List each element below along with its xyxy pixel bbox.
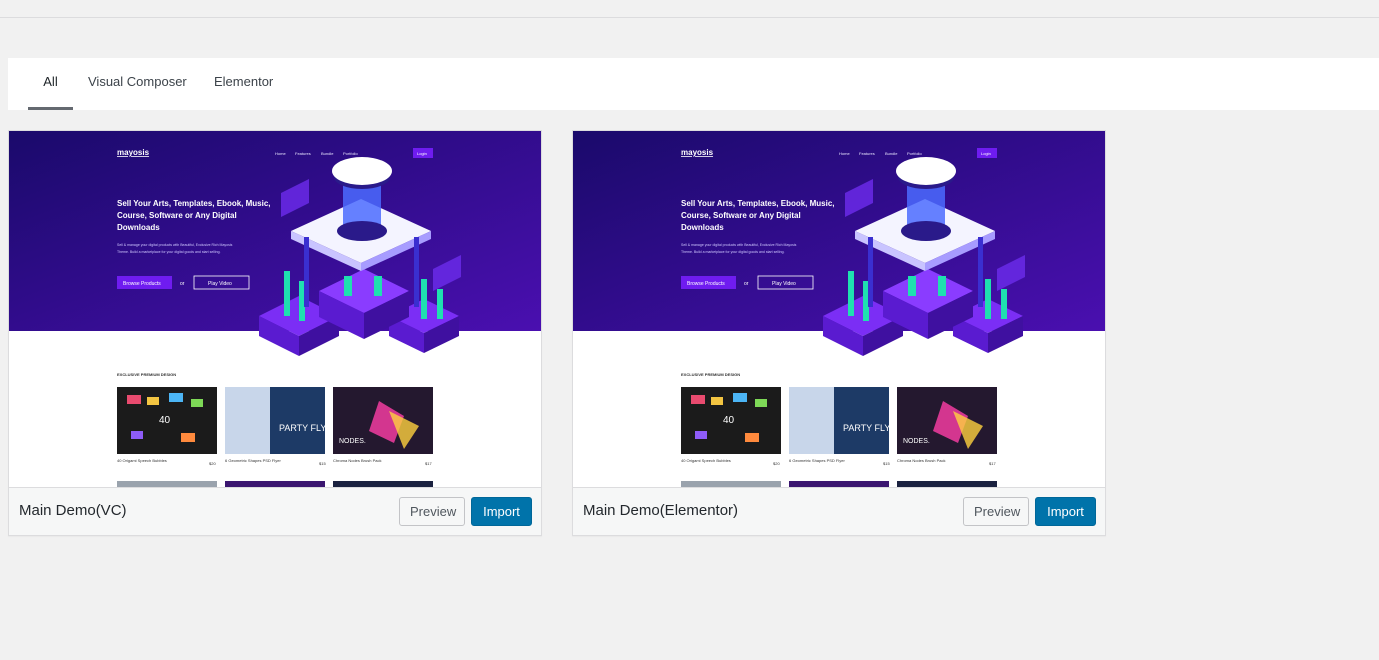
svg-text:Portfolio: Portfolio [907,151,922,156]
svg-text:Sell & manage your digital pro: Sell & manage your digital products with… [117,243,233,247]
svg-text:Browse Products: Browse Products [687,281,725,287]
preview-button[interactable]: Preview [399,497,465,526]
svg-text:Sell & manage your digital pro: Sell & manage your digital products with… [681,243,797,247]
demo-title: Main Demo(Elementor) [583,502,739,519]
svg-text:40: 40 [159,415,171,426]
svg-text:EXCLUSIVE PREMIUM DESIGN: EXCLUSIVE PREMIUM DESIGN [681,372,740,377]
svg-text:Theme. Build a marketplace for: Theme. Build a marketplace for your digi… [117,250,221,254]
filter-tabs: All Visual Composer Elementor [8,58,1379,110]
svg-text:PARTY FLYER: PARTY FLYER [843,423,903,433]
demo-card-main-demo-elementor: mayosis Home Features Bundle Portfolio L… [572,130,1106,536]
tab-elementor[interactable]: Elementor [214,58,273,110]
import-button[interactable]: Import [1035,497,1096,526]
svg-text:6 Geometric Shapes PSD Flyer: 6 Geometric Shapes PSD Flyer [225,458,281,463]
svg-text:Course, Software or Any Digita: Course, Software or Any Digital [117,211,237,220]
svg-text:$17: $17 [989,461,996,466]
svg-text:Bundle: Bundle [885,151,898,156]
svg-text:Sell Your Arts, Templates, Ebo: Sell Your Arts, Templates, Ebook, Music, [117,199,271,208]
svg-text:Login: Login [417,151,427,156]
preview-button[interactable]: Preview [963,497,1029,526]
svg-text:Downloads: Downloads [681,223,724,232]
demo-screenshot: mayosis Home Features Bundle Portfolio L… [9,131,541,487]
demo-thumbnail[interactable]: mayosis Home Features Bundle Portfolio L… [573,131,1105,487]
svg-text:$15: $15 [883,461,890,466]
top-divider [0,17,1379,18]
demo-screenshot: mayosis Home Features Bundle Portfolio L… [573,131,1105,487]
svg-text:Chroma Nodes Brush Pack: Chroma Nodes Brush Pack [333,458,381,463]
demo-card-footer: Main Demo(VC) Preview Import [9,487,541,535]
svg-text:Features: Features [295,151,311,156]
svg-text:$20: $20 [209,461,216,466]
svg-text:PARTY FLYER: PARTY FLYER [279,423,339,433]
svg-text:Course, Software or Any Digita: Course, Software or Any Digital [681,211,801,220]
svg-text:NODES.: NODES. [339,438,366,445]
svg-text:Theme. Build a marketplace for: Theme. Build a marketplace for your digi… [681,250,785,254]
svg-text:$20: $20 [773,461,780,466]
svg-text:Home: Home [275,151,286,156]
demo-card-footer: Main Demo(Elementor) Preview Import [573,487,1105,535]
svg-text:Downloads: Downloads [117,223,160,232]
svg-text:Features: Features [859,151,875,156]
thumb-logo: mayosis [117,148,150,157]
svg-text:40: 40 [723,415,735,426]
svg-text:mayosis: mayosis [681,148,714,157]
tab-visual-composer[interactable]: Visual Composer [88,58,187,110]
svg-text:Play Video: Play Video [208,281,232,287]
svg-text:40 Origami Speech Bubbles: 40 Origami Speech Bubbles [681,458,731,463]
svg-text:Login: Login [981,151,991,156]
tab-all[interactable]: All [28,58,73,110]
svg-text:Sell Your Arts, Templates, Ebo: Sell Your Arts, Templates, Ebook, Music, [681,199,835,208]
svg-text:or: or [744,281,749,287]
svg-text:Bundle: Bundle [321,151,334,156]
svg-text:6 Geometric Shapes PSD Flyer: 6 Geometric Shapes PSD Flyer [789,458,845,463]
svg-text:Chroma Nodes Brush Pack: Chroma Nodes Brush Pack [897,458,945,463]
svg-text:Play Video: Play Video [772,281,796,287]
import-button[interactable]: Import [471,497,532,526]
svg-text:Portfolio: Portfolio [343,151,358,156]
svg-text:$15: $15 [319,461,326,466]
svg-text:EXCLUSIVE PREMIUM DESIGN: EXCLUSIVE PREMIUM DESIGN [117,372,176,377]
svg-text:$17: $17 [425,461,432,466]
demo-card-main-demo-vc: mayosis Home Features Bundle Portfolio L… [8,130,542,536]
demo-title: Main Demo(VC) [19,502,127,519]
svg-text:or: or [180,281,185,287]
svg-text:Browse Products: Browse Products [123,281,161,287]
svg-text:Home: Home [839,151,850,156]
demo-thumbnail[interactable]: mayosis Home Features Bundle Portfolio L… [9,131,541,487]
svg-text:NODES.: NODES. [903,438,930,445]
svg-text:40 Origami Speech Bubbles: 40 Origami Speech Bubbles [117,458,167,463]
